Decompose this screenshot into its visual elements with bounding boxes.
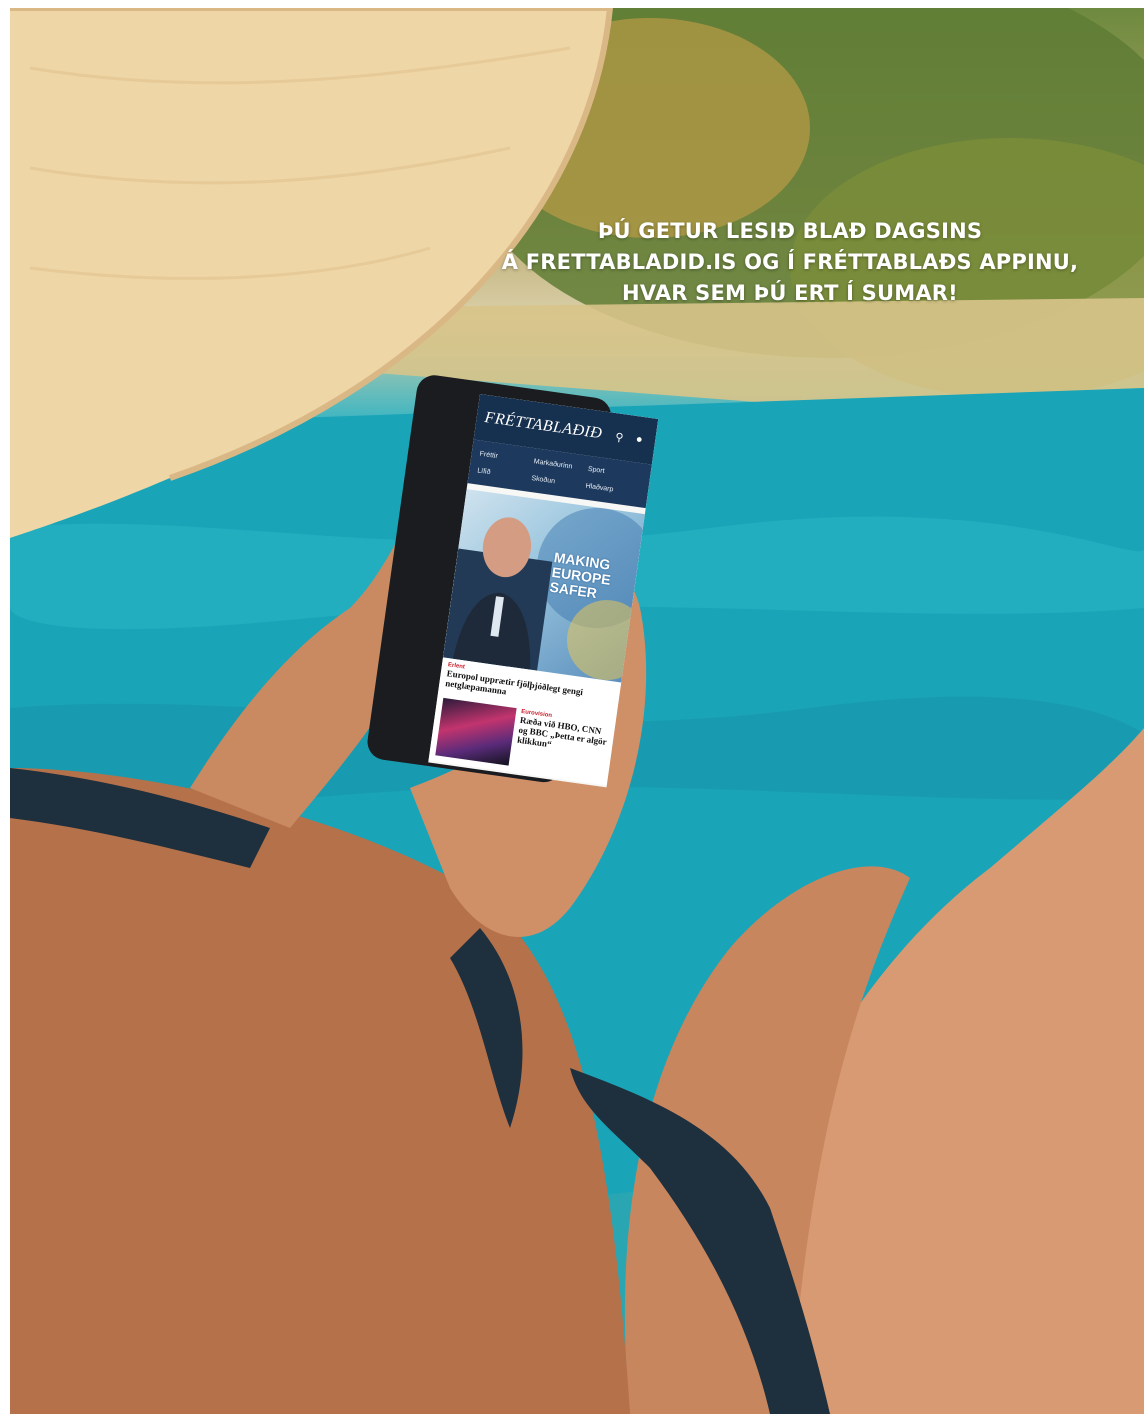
article-thumbnail[interactable] — [435, 697, 517, 766]
caption-line: ÞÚ GETUR LESIÐ BLAÐ DAGSINS — [597, 219, 983, 243]
nav-item-markadurinn[interactable]: Markaðurinn — [533, 458, 588, 473]
promo-caption: ÞÚ GETUR LESIÐ BLAÐ DAGSINS Á FRETTABLAD… — [470, 216, 1110, 309]
app-logo[interactable]: FRÉTTABLAÐIÐ — [483, 409, 608, 444]
nav-item-skodun[interactable]: Skoðun — [531, 475, 586, 490]
caption-line: Á FRETTABLADID.IS OG Í FRÉTTABLAÐS APPIN… — [501, 250, 1079, 274]
caption-line: HVAR SEM ÞÚ ERT Í SUMAR! — [622, 281, 958, 305]
user-icon[interactable]: ● — [630, 431, 648, 449]
nav-item-hladvarp[interactable]: Hlaðvarp — [585, 483, 640, 498]
nav-item-lifid[interactable]: Lífið — [477, 467, 532, 482]
search-icon[interactable]: ⚲ — [610, 428, 628, 446]
nav-item-sport[interactable]: Sport — [587, 466, 642, 481]
hero-image[interactable]: MAKING EUROPE SAFER — [442, 489, 645, 683]
nav-item-frettir[interactable]: Fréttir — [479, 451, 534, 466]
